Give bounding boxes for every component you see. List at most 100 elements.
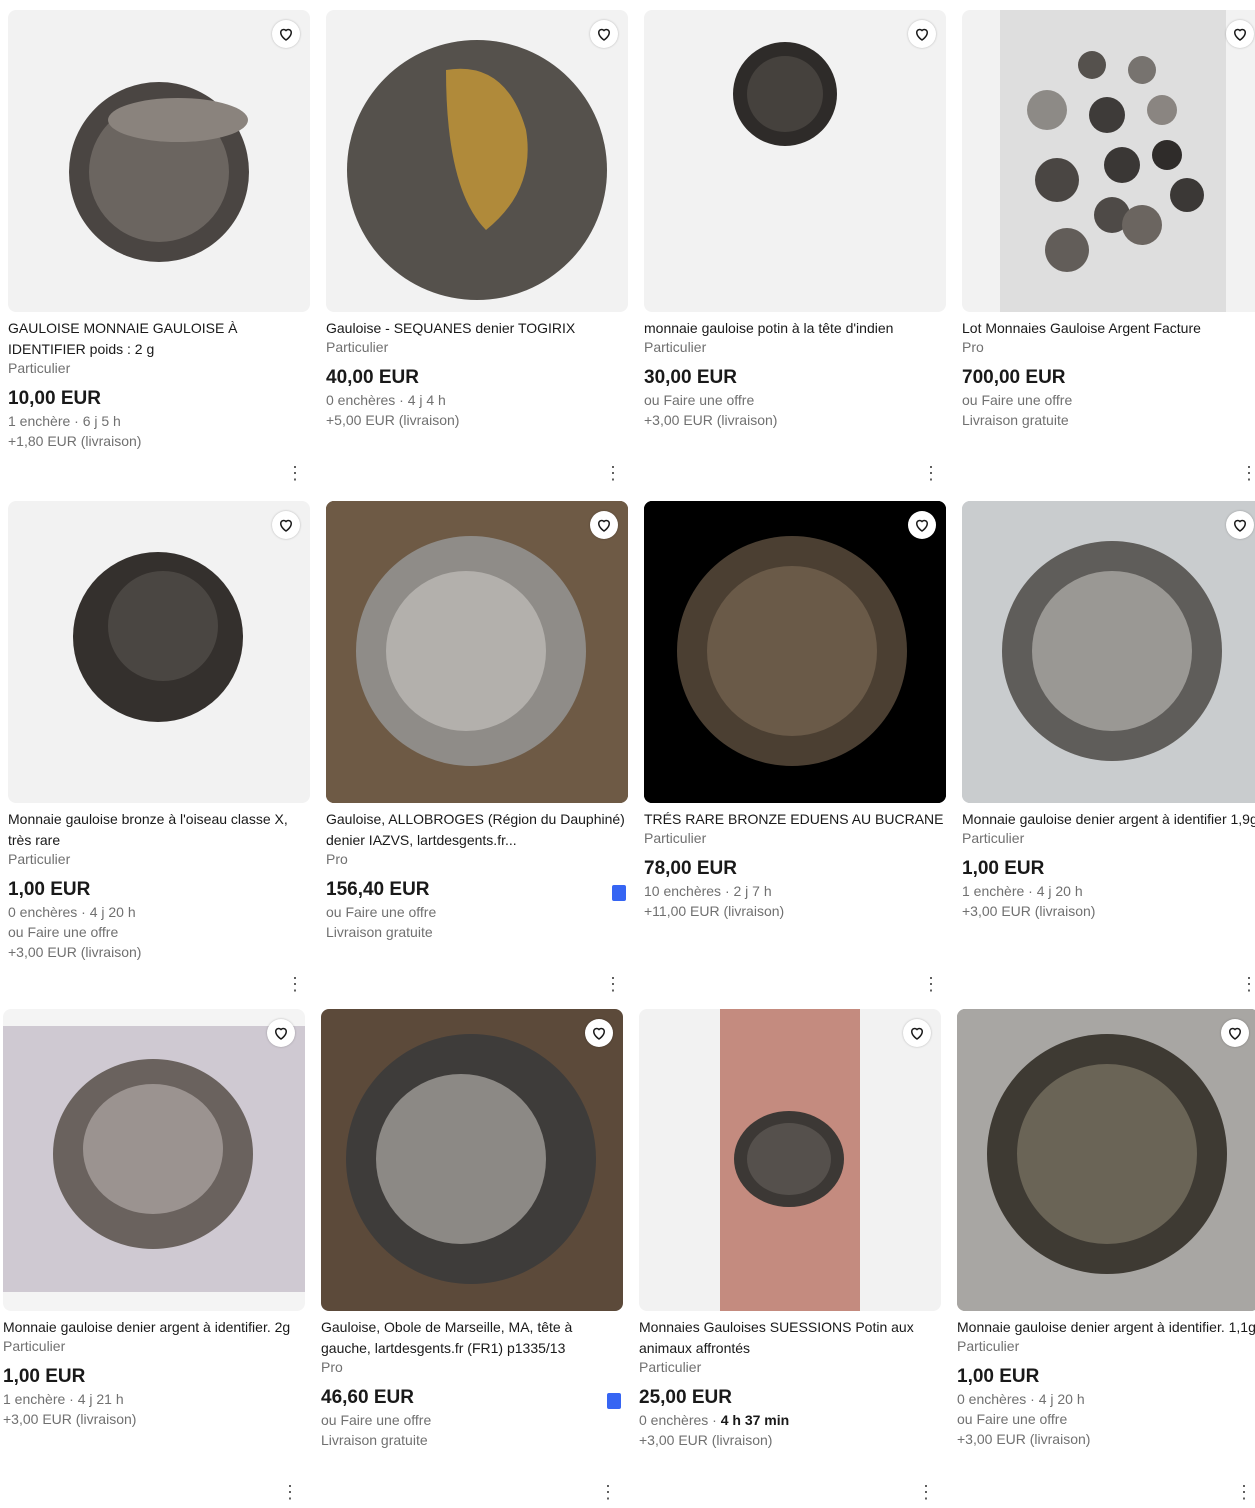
favorite-heart-icon[interactable] [1221, 1019, 1249, 1047]
listing-price: 30,00 EUR [644, 367, 737, 388]
listing-card[interactable]: Gauloise, Obole de Marseille, MA, tête à… [321, 1009, 623, 1501]
more-vertical-icon[interactable]: ⋮ [1240, 464, 1255, 482]
listing-image[interactable] [8, 10, 310, 312]
listing-meta: ou Faire une offre [321, 1412, 432, 1428]
more-vertical-icon[interactable]: ⋮ [917, 1483, 935, 1501]
more-vertical-icon[interactable]: ⋮ [922, 464, 940, 482]
coin-image [321, 1017, 623, 1303]
more-vertical-icon[interactable]: ⋮ [286, 975, 304, 993]
coin-image [347, 40, 607, 300]
listing-meta: +1,80 EUR (livraison) [8, 433, 142, 449]
listing-meta: +3,00 EUR (livraison) [957, 1431, 1091, 1447]
more-vertical-icon[interactable]: ⋮ [1235, 1483, 1253, 1501]
listing-image[interactable] [962, 10, 1255, 312]
more-vertical-icon[interactable]: ⋮ [281, 1483, 299, 1501]
listing-meta: Livraison gratuite [321, 1432, 428, 1448]
listing-title[interactable]: Gauloise, Obole de Marseille, MA, tête à… [321, 1317, 623, 1359]
listing-image[interactable] [321, 1009, 623, 1311]
top-seller-badge-icon [607, 1393, 621, 1409]
coin-image [3, 1026, 305, 1292]
listing-card[interactable]: Monnaie gauloise denier argent à identif… [957, 1009, 1255, 1501]
listing-card[interactable]: Monnaie gauloise denier argent à identif… [3, 1009, 305, 1501]
listing-title[interactable]: Monnaie gauloise denier argent à identif… [962, 809, 1255, 830]
listing-card[interactable]: Monnaies Gauloises SUESSIONS Potin aux a… [639, 1009, 941, 1501]
favorite-heart-icon[interactable] [272, 20, 300, 48]
seller-type: Pro [962, 339, 984, 355]
listing-meta: ou Faire une offre [326, 904, 437, 920]
seller-type: Pro [326, 851, 348, 867]
seller-type: Particulier [644, 339, 707, 355]
seller-type: Pro [321, 1359, 343, 1375]
listing-card[interactable]: TRÉS RARE BRONZE EDUENS AU BUCRANE Parti… [644, 501, 946, 993]
listing-card[interactable]: monnaie gauloise potin à la tête d'indie… [644, 10, 946, 482]
favorite-heart-icon[interactable] [585, 1019, 613, 1047]
listing-price: 78,00 EUR [644, 858, 737, 879]
listing-meta: 1 enchère · 4 j 20 h [962, 883, 1083, 899]
listing-image[interactable] [639, 1009, 941, 1311]
more-vertical-icon[interactable]: ⋮ [599, 1483, 617, 1501]
listing-meta: +3,00 EUR (livraison) [644, 412, 778, 428]
more-vertical-icon[interactable]: ⋮ [604, 464, 622, 482]
favorite-heart-icon[interactable] [1226, 20, 1254, 48]
listing-card[interactable]: Gauloise, ALLOBROGES (Région du Dauphiné… [326, 501, 628, 993]
top-seller-badge-icon [612, 885, 626, 901]
listing-meta: +5,00 EUR (livraison) [326, 412, 460, 428]
listing-card[interactable]: Gauloise - SEQUANES denier TOGIRIX Parti… [326, 10, 628, 482]
listing-image[interactable] [644, 501, 946, 803]
listing-price: 700,00 EUR [962, 367, 1066, 388]
favorite-heart-icon[interactable] [908, 20, 936, 48]
listing-title[interactable]: monnaie gauloise potin à la tête d'indie… [644, 318, 946, 339]
listing-price: 1,00 EUR [962, 858, 1045, 879]
listing-image[interactable] [326, 501, 628, 803]
listing-meta: 0 enchères · 4 j 20 h [957, 1391, 1085, 1407]
listing-price: 10,00 EUR [8, 388, 101, 409]
listing-card[interactable]: Lot Monnaies Gauloise Argent Facture Pro… [962, 10, 1255, 482]
listing-price: 1,00 EUR [8, 879, 91, 900]
seller-type: Particulier [326, 339, 389, 355]
listing-title[interactable]: Gauloise, ALLOBROGES (Région du Dauphiné… [326, 809, 628, 851]
listing-title[interactable]: Gauloise - SEQUANES denier TOGIRIX [326, 318, 628, 339]
favorite-heart-icon[interactable] [272, 511, 300, 539]
listing-card[interactable]: Monnaie gauloise denier argent à identif… [962, 501, 1255, 993]
favorite-heart-icon[interactable] [590, 511, 618, 539]
listing-meta: 1 enchère · 6 j 5 h [8, 413, 121, 429]
seller-type: Particulier [962, 830, 1025, 846]
favorite-heart-icon[interactable] [267, 1019, 295, 1047]
listing-image[interactable] [957, 1009, 1255, 1311]
listing-title[interactable]: Monnaies Gauloises SUESSIONS Potin aux a… [639, 1317, 941, 1359]
coin-image [73, 552, 243, 722]
listing-title[interactable]: TRÉS RARE BRONZE EDUENS AU BUCRANE [644, 809, 946, 830]
listing-image[interactable] [644, 10, 946, 312]
listing-title[interactable]: GAULOISE MONNAIE GAULOISE À IDENTIFIER p… [8, 318, 310, 360]
listing-meta: 0 enchères · 4 j 20 h [8, 904, 136, 920]
seller-type: Particulier [8, 851, 71, 867]
favorite-heart-icon[interactable] [908, 511, 936, 539]
more-vertical-icon[interactable]: ⋮ [286, 464, 304, 482]
listing-price: 25,00 EUR [639, 1387, 732, 1408]
coin-image [1000, 10, 1226, 312]
listing-title[interactable]: Monnaie gauloise denier argent à identif… [957, 1317, 1255, 1338]
more-vertical-icon[interactable]: ⋮ [604, 975, 622, 993]
listing-card[interactable]: GAULOISE MONNAIE GAULOISE À IDENTIFIER p… [8, 10, 310, 482]
favorite-heart-icon[interactable] [590, 20, 618, 48]
more-vertical-icon[interactable]: ⋮ [922, 975, 940, 993]
listing-meta: +3,00 EUR (livraison) [962, 903, 1096, 919]
coin-image [962, 501, 1255, 803]
coin-image [326, 501, 628, 803]
listing-meta: 0 enchères · 4 j 4 h [326, 392, 446, 408]
coin-image [733, 42, 837, 146]
listing-title[interactable]: Lot Monnaies Gauloise Argent Facture [962, 318, 1255, 339]
listing-card[interactable]: Monnaie gauloise bronze à l'oiseau class… [8, 501, 310, 993]
listing-meta: +3,00 EUR (livraison) [639, 1432, 773, 1448]
listing-image[interactable] [8, 501, 310, 803]
listing-image[interactable] [326, 10, 628, 312]
listing-title[interactable]: Monnaie gauloise denier argent à identif… [3, 1317, 305, 1338]
favorite-heart-icon[interactable] [1226, 511, 1254, 539]
favorite-heart-icon[interactable] [903, 1019, 931, 1047]
coin-image [957, 1009, 1255, 1311]
listing-image[interactable] [962, 501, 1255, 803]
seller-type: Particulier [8, 360, 71, 376]
listing-title[interactable]: Monnaie gauloise bronze à l'oiseau class… [8, 809, 310, 851]
more-vertical-icon[interactable]: ⋮ [1240, 975, 1255, 993]
listing-image[interactable] [3, 1009, 305, 1311]
